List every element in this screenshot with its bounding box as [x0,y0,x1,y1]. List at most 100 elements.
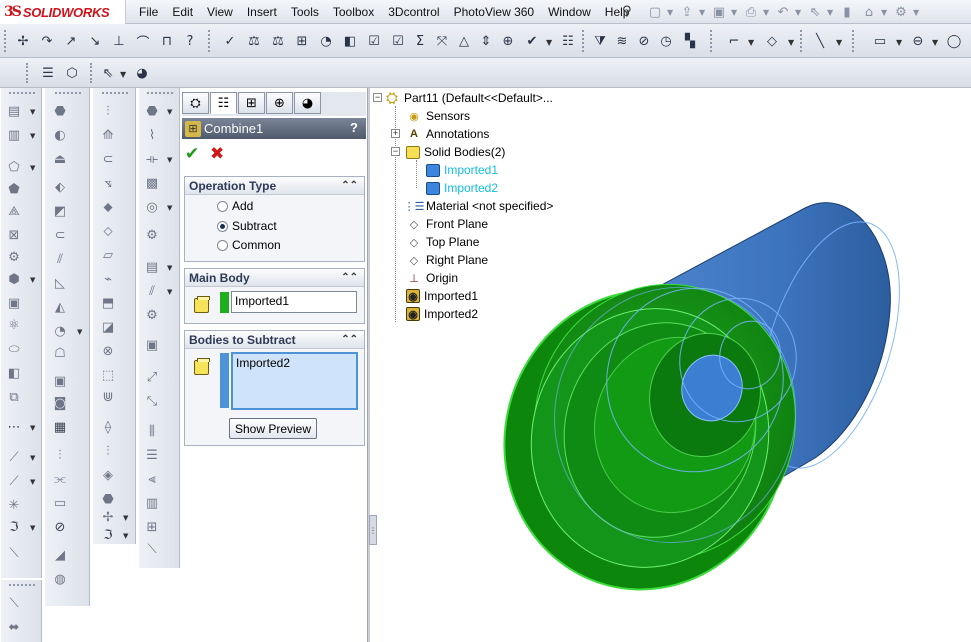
section-icon[interactable]: ◧ [340,31,360,51]
tooling-split-icon[interactable]: ▩ [143,174,161,192]
file-properties-icon[interactable]: ⌂ [859,3,879,21]
tree-item-imported2-feature[interactable]: ◉ Imported2 [406,305,478,323]
insert-mold-icon[interactable]: ⫽ [143,282,161,300]
menu-3dcontrol[interactable]: 3Dcontrol [381,5,446,19]
hem-icon[interactable]: ⦪ [99,174,117,192]
closed-corner-icon[interactable]: ⬚ [99,366,117,384]
unfold-icon[interactable]: ⌁ [99,270,117,288]
loft-icon[interactable]: ⬟ [5,180,23,198]
chevron-down-icon[interactable]: ▼ [30,454,35,462]
main-body-field[interactable]: Imported1 [231,291,357,313]
tab-configuration-manager[interactable]: ⊞ [238,92,265,114]
parting-icon[interactable]: ⟛ [143,150,161,168]
mirror-icon[interactable]: ⧩ [590,31,610,51]
shut-off-icon[interactable]: ⚙ [143,226,161,244]
rectangle-icon[interactable]: ▭ [870,31,890,51]
radio-subtract[interactable]: Subtract [217,219,277,233]
tab-feature-manager[interactable]: ⛭ [182,92,209,114]
graphics-viewport[interactable] [480,190,971,600]
toolbar-grip[interactable] [582,30,585,52]
corner-icon[interactable]: ◪ [99,318,117,336]
tree-item-sensors[interactable]: ◉ Sensors [406,107,470,125]
evaluate-icon[interactable]: ✔ [522,31,542,51]
surface-fill-icon[interactable]: ⊂ [51,226,69,244]
undo-icon[interactable]: ↶ [773,3,793,21]
surface-boundary-icon[interactable]: ◩ [51,202,69,220]
untrim-icon[interactable]: ▭ [51,494,69,512]
radio-common-circle[interactable] [217,239,228,251]
no-icon[interactable]: ⊘ [634,31,654,51]
save-icon[interactable]: ▣ [709,3,729,21]
star-icon[interactable]: ✳ [5,496,23,514]
circle-icon[interactable]: ◯ [944,31,964,51]
surface-loft-icon[interactable]: ⬖ [51,178,69,196]
delete-face-icon[interactable]: ▦ [51,418,69,436]
chevron-down-icon[interactable]: ▼ [731,8,739,17]
arc-icon[interactable]: ↷ [37,31,57,51]
edge-flange-icon[interactable]: ⟰ [99,126,117,144]
extrude-icon[interactable]: ▤ [5,102,23,120]
globe-icon[interactable]: ◍ [51,570,69,588]
ruled-icon[interactable]: ▤ [143,258,161,276]
reference-icon[interactable]: ⟋ [5,448,23,466]
dimension-icon[interactable]: ⤧ [432,31,452,51]
chevron-down-icon[interactable]: ▼ [896,38,902,47]
surface-sweep-icon[interactable]: ⏏ [51,150,69,168]
collapse-icon[interactable]: − [391,147,400,156]
extend-icon[interactable]: ☖ [51,344,69,362]
toolbar-grip[interactable] [4,30,7,52]
slot-icon[interactable]: ⊖ [908,31,928,51]
tab-dimxpert-manager[interactable]: ⊕ [266,92,293,114]
miter-flange-icon[interactable]: ⊂ [99,150,117,168]
break-corner-icon[interactable]: ⊗ [99,342,117,360]
check-icon[interactable]: ☑ [364,31,384,51]
knit-icon[interactable]: ◭ [51,298,69,316]
chevron-down-icon[interactable]: ▼ [30,478,35,486]
chevron-down-icon[interactable]: ▼ [932,38,938,47]
vent-icon[interactable]: ⟠ [99,418,117,436]
rip-icon[interactable]: ⋓ [99,388,117,406]
tree-item-solid-bodies[interactable]: Solid Bodies(2) [406,143,505,161]
main-body-heading[interactable]: Main Body ⌃⌃ [185,269,364,287]
scale-icon[interactable]: ⚖ [268,31,288,51]
draft-icon[interactable]: ◢ [51,546,69,564]
tree-item-body-imported1[interactable]: Imported1 [426,161,498,179]
relations-icon[interactable]: ◇ [762,31,782,51]
chevron-down-icon[interactable]: ▼ [763,8,771,17]
measure-icon[interactable]: ⊞ [292,31,312,51]
cut-with-surface-icon[interactable]: ⊘ [51,518,69,536]
gauge-icon[interactable]: ◷ [656,31,676,51]
boundary-icon[interactable]: ⟁ [5,202,23,220]
combine-icon[interactable]: ⊞ [143,518,161,536]
move-body-icon[interactable]: ▥ [143,494,161,512]
radio-common[interactable]: Common [217,238,281,252]
toolbar-grip[interactable] [55,92,81,95]
collapse-icon[interactable]: ⌃⌃ [341,272,358,283]
chevron-down-icon[interactable]: ▼ [167,204,172,212]
point-icon[interactable]: ✢ [13,31,33,51]
revolve-icon[interactable]: ▥ [5,126,23,144]
radio-subtract-circle[interactable] [217,220,228,232]
balance-icon[interactable]: ⚖ [244,31,264,51]
fillet-icon[interactable]: ⌒ [133,31,153,51]
cube-icon[interactable]: ◧ [5,364,23,382]
parting-line-analysis-icon[interactable]: ⫷ [143,470,161,488]
help-button[interactable]: ? [350,120,358,135]
show-preview-button[interactable]: Show Preview [229,418,317,439]
toolbar-grip[interactable] [9,584,35,587]
toolbar-grip[interactable] [852,30,855,52]
instant3d-icon[interactable]: ℑ [5,518,23,536]
expand-icon[interactable]: + [391,129,400,138]
toolbar-grip[interactable] [800,30,803,52]
sketched-bend-icon[interactable]: ⬦ [99,222,117,240]
curves-icon[interactable]: ⟋ [5,472,23,490]
sketch-line-icon[interactable]: ╲ [810,31,830,51]
rib-icon[interactable]: ⚛ [5,316,23,334]
arrow-icon[interactable]: ⬌ [5,618,23,636]
chevron-down-icon[interactable]: ▼ [30,108,35,116]
chevron-down-icon[interactable]: ▼ [167,108,172,116]
chevron-down-icon[interactable]: ▼ [123,514,128,522]
toolbar-grip[interactable] [90,63,93,83]
wave-icon[interactable]: ≋ [612,31,632,51]
instant3d-icon[interactable]: ℑ [99,526,117,544]
